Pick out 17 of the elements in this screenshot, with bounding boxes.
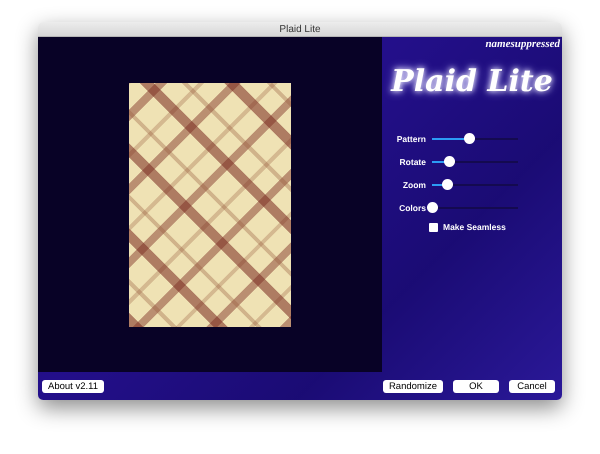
slider-thumb[interactable] [444,156,456,166]
name-label: namesuppressed [485,37,561,50]
window-title: Plaid Lite [38,22,562,37]
slider-label: Zoom [402,180,426,190]
logo-text: Plaid Lite [391,64,553,99]
slider-thumb[interactable] [442,178,453,190]
checkbox-label: Make Seamless [443,222,506,232]
slider-thumb[interactable] [464,132,475,144]
slider-label: Colors [398,202,426,212]
dialog-button[interactable]: Randomize [382,380,443,392]
dialog-button[interactable]: Cancel [509,380,555,392]
dialog-button[interactable]: OK [453,380,499,392]
checkbox[interactable] [429,222,438,232]
slider-label: Rotate [398,156,426,166]
about-button[interactable]: About v2.11 [42,380,104,392]
slider-label: Pattern [396,134,426,144]
slider-thumb[interactable] [427,202,438,212]
